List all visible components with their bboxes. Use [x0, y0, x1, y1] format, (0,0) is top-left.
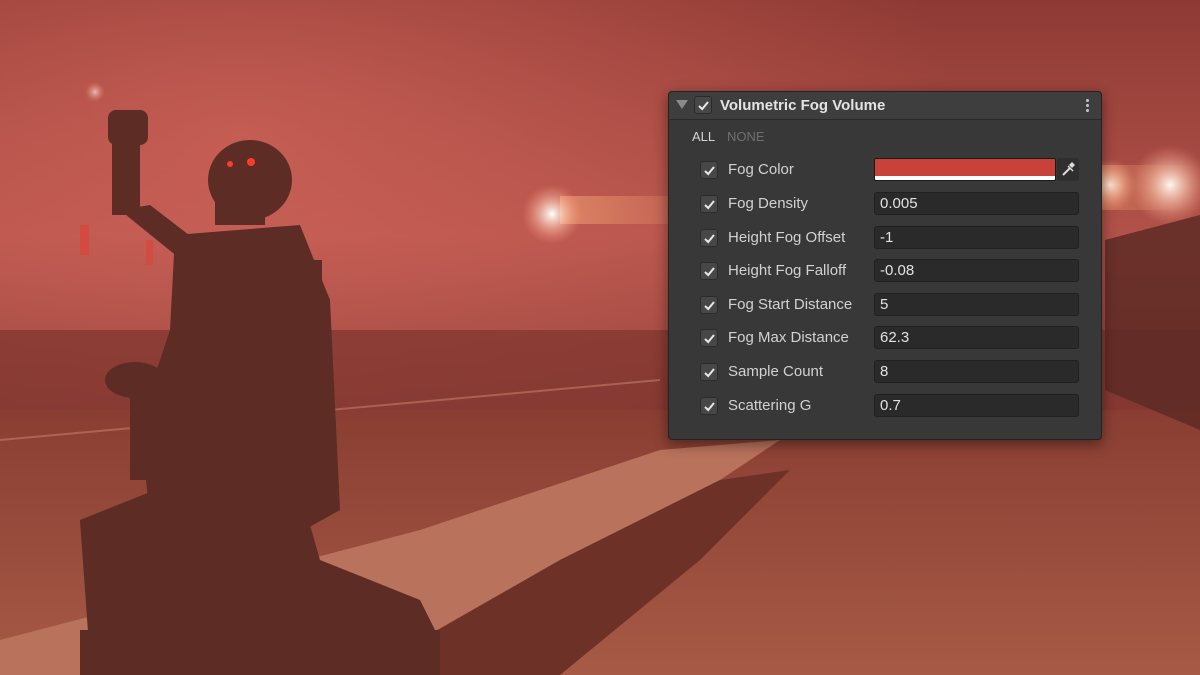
fog-color-override-checkbox[interactable] — [700, 161, 718, 179]
height-fog-falloff-override-checkbox[interactable] — [700, 262, 718, 281]
fog-max-distance-row: Fog Max Distance 62.3 — [669, 323, 1101, 353]
sample-count-input[interactable]: 8 — [874, 360, 1079, 383]
fog-density-label: Fog Density — [728, 195, 809, 212]
height-fog-offset-input[interactable]: -1 — [874, 225, 1079, 249]
component-enable-checkbox[interactable] — [694, 96, 712, 114]
fog-color-row: Fog Color — [669, 155, 1101, 185]
checkmark-icon — [704, 334, 715, 344]
fog-color-swatch — [875, 159, 1055, 176]
checkmark-icon — [704, 401, 715, 412]
panel-header: Volumetric Fog Volume — [669, 92, 1101, 120]
fog-start-distance-override-checkbox[interactable] — [700, 295, 718, 314]
fog-max-distance-label: Fog Max Distance — [728, 329, 849, 347]
checkmark-icon — [704, 267, 715, 277]
fog-start-distance-label: Fog Start Distance — [728, 295, 853, 313]
checkmark-icon — [704, 233, 715, 244]
height-fog-falloff-label: Height Fog Falloff — [728, 262, 847, 280]
fog-start-distance-row: Fog Start Distance 5 — [669, 290, 1101, 320]
filter-all-button[interactable]: ALL — [692, 129, 715, 144]
fog-density-row: Fog Density 0.005 — [669, 189, 1101, 219]
component-title: Volumetric Fog Volume — [720, 97, 886, 114]
volumetric-fog-volume-panel: Volumetric Fog Volume ALL NONE Fog Color… — [668, 91, 1102, 440]
height-fog-offset-override-checkbox[interactable] — [700, 228, 718, 247]
checkmark-icon — [704, 368, 715, 378]
height-fog-falloff-row: Height Fog Falloff -0.08 — [669, 256, 1101, 286]
fog-density-override-checkbox[interactable] — [700, 195, 718, 213]
triangle-down-icon[interactable] — [676, 100, 688, 109]
scattering-g-override-checkbox[interactable] — [700, 396, 718, 415]
checkmark-icon — [698, 101, 709, 111]
scattering-g-input[interactable]: 0.7 — [874, 393, 1079, 417]
scattering-g-row: Scattering G 0.7 — [669, 391, 1101, 421]
fog-max-distance-override-checkbox[interactable] — [700, 329, 718, 348]
sample-count-row: Sample Count 8 — [669, 357, 1101, 387]
checkmark-icon — [704, 166, 715, 176]
scattering-g-label: Scattering G — [728, 396, 812, 414]
fog-color-label: Fog Color — [728, 161, 794, 178]
fog-start-distance-input[interactable]: 5 — [874, 292, 1079, 316]
fog-color-field[interactable] — [874, 158, 1056, 181]
sample-count-label: Sample Count — [728, 363, 824, 380]
fog-max-distance-input[interactable]: 62.3 — [874, 326, 1079, 350]
fog-density-input[interactable]: 0.005 — [874, 192, 1079, 215]
checkmark-icon — [704, 301, 715, 311]
eyedropper-icon[interactable] — [1057, 158, 1079, 181]
height-fog-offset-label: Height Fog Offset — [728, 228, 846, 246]
filter-none-button[interactable]: NONE — [727, 129, 765, 144]
kebab-menu-icon[interactable] — [1079, 97, 1095, 115]
fog-color-alpha-bar — [875, 176, 1055, 180]
checkmark-icon — [704, 200, 715, 210]
height-fog-falloff-input[interactable]: -0.08 — [874, 259, 1079, 283]
height-fog-offset-row: Height Fog Offset -1 — [669, 223, 1101, 253]
sample-count-override-checkbox[interactable] — [700, 363, 718, 381]
